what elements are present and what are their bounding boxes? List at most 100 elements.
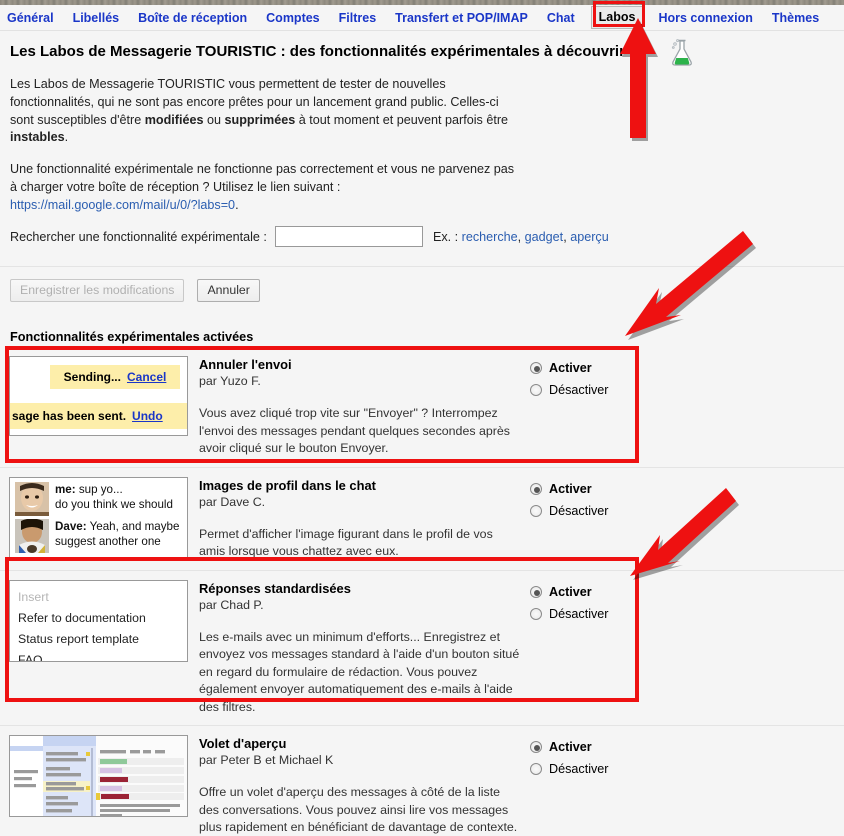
radio-disable-indicator[interactable]	[530, 607, 542, 620]
undo-send-cancel-link[interactable]: Cancel	[127, 370, 166, 384]
lab-radio-group: Activer Désactiver	[530, 735, 720, 836]
annotation-arrow-to-labos-tab	[608, 18, 678, 143]
lab-author: par Yuzo F.	[199, 374, 261, 388]
tab-hors-connexion[interactable]: Hors connexion	[658, 10, 752, 26]
undo-send-undo-link[interactable]: Undo	[132, 409, 163, 423]
flask-icon	[669, 38, 695, 68]
canned-item-refer: Refer to documentation	[18, 610, 146, 625]
tab-boite-de-reception[interactable]: Boîte de réception	[138, 10, 247, 26]
intro-p2-text: Une fonctionnalité expérimentale ne fonc…	[10, 162, 515, 194]
labs-disable-link[interactable]: https://mail.google.com/mail/u/0/?labs=0	[10, 198, 235, 212]
radio-enable-indicator[interactable]	[530, 362, 542, 374]
tab-themes[interactable]: Thèmes	[772, 10, 819, 26]
chat-thumb-text-2: Dave: Yeah, and maybe suggest another one	[55, 519, 179, 549]
radio-enable-label: Activer	[549, 361, 592, 375]
lab-row-images-profil-chat: me: sup yo... do you think we should Dav…	[0, 466, 844, 570]
example-link-recherche[interactable]: recherche	[462, 230, 518, 244]
intro-paragraph-1: Les Labos de Messagerie TOURISTIC vous p…	[10, 76, 520, 147]
chat-thumb-body-1b: do you think we should	[55, 497, 173, 511]
intro-p1-part4: .	[64, 130, 69, 145]
lab-title: Volet d'aperçu	[199, 736, 287, 751]
radio-option-disable[interactable]: Désactiver	[530, 383, 720, 397]
radio-option-disable[interactable]: Désactiver	[530, 607, 720, 621]
radio-enable-indicator[interactable]	[530, 741, 542, 753]
cancel-button[interactable]: Annuler	[197, 279, 260, 302]
lab-text-cell: Images de profil dans le chat par Dave C…	[190, 477, 530, 561]
tab-labos[interactable]: Labos	[590, 6, 644, 29]
lab-thumbnail-cell: me: sup yo... do you think we should Dav…	[0, 476, 190, 561]
radio-option-enable[interactable]: Activer	[530, 482, 720, 496]
radio-disable-indicator[interactable]	[530, 504, 542, 517]
intro-p2-tail: .	[235, 197, 239, 212]
chat-thumb-body-2: Yeah, and maybe	[86, 519, 180, 533]
lab-title: Annuler l'envoi	[199, 357, 292, 372]
undo-send-thumb-line-2: sage has been sent. Undo	[10, 403, 187, 429]
radio-option-enable[interactable]: Activer	[530, 361, 720, 375]
intro-p1-bold-modifiees: modifiées	[144, 112, 204, 127]
search-label: Rechercher une fonctionnalité expériment…	[10, 229, 267, 244]
radio-enable-label: Activer	[549, 740, 592, 754]
tab-filtres[interactable]: Filtres	[339, 10, 377, 26]
tab-transfert-pop-imap[interactable]: Transfert et POP/IMAP	[395, 10, 528, 26]
lab-row-reponses-standardisees: Insert Refer to documentation Status rep…	[0, 569, 844, 725]
page-title: Les Labos de Messagerie TOURISTIC : des …	[10, 43, 625, 60]
search-row: Rechercher une fonctionnalité expériment…	[10, 226, 830, 247]
radio-option-disable[interactable]: Désactiver	[530, 762, 720, 776]
radio-disable-label: Désactiver	[549, 383, 609, 397]
lab-radio-group: Activer Désactiver	[530, 356, 720, 458]
tab-libelles[interactable]: Libellés	[73, 10, 120, 26]
radio-option-disable[interactable]: Désactiver	[530, 504, 720, 518]
undo-send-thumb-line-1: Sending... Cancel	[50, 365, 180, 389]
lab-description: Offre un volet d'aperçu des messages à c…	[199, 785, 518, 834]
example-link-apercu[interactable]: aperçu	[570, 230, 609, 244]
search-examples-prefix: Ex. :	[432, 229, 462, 244]
lab-description: Permet d'afficher l'image figurant dans …	[199, 526, 493, 559]
radio-option-enable[interactable]: Activer	[530, 585, 720, 599]
chat-thumb-name-1: me:	[55, 482, 76, 496]
lab-author: par Chad P.	[199, 597, 264, 612]
tab-comptes[interactable]: Comptes	[266, 10, 319, 26]
lab-description: Les e-mails avec un minimum d'efforts...…	[199, 629, 520, 714]
radio-disable-indicator[interactable]	[530, 384, 542, 396]
preview-pane-thumbnail	[9, 735, 188, 817]
section-title-enabled-labs: Fonctionnalités expérimentales activées	[10, 330, 254, 344]
radio-option-enable[interactable]: Activer	[530, 740, 720, 754]
lab-radio-group: Activer Désactiver	[530, 477, 720, 561]
intro-text: Les Labos de Messagerie TOURISTIC vous p…	[10, 76, 520, 229]
form-actions: Enregistrer les modifications Annuler	[10, 279, 260, 302]
settings-tab-bar: Général Libellés Boîte de réception Comp…	[0, 5, 844, 31]
tab-general[interactable]: Général	[7, 10, 54, 26]
chat-profile-thumbnail: me: sup yo... do you think we should Dav…	[9, 476, 188, 560]
tab-chat[interactable]: Chat	[547, 10, 575, 26]
avatar-me	[15, 481, 49, 516]
radio-disable-label: Désactiver	[549, 503, 609, 518]
radio-enable-label: Activer	[549, 584, 592, 599]
lab-thumbnail-cell: Sending... Cancel sage has been sent. Undo	[0, 356, 190, 458]
chat-thumb-text-1: me: sup yo... do you think we should	[55, 482, 173, 512]
example-link-gadget[interactable]: gadget	[525, 230, 564, 244]
lab-row-annuler-envoi: Sending... Cancel sage has been sent. Undo…	[0, 347, 844, 467]
lab-radio-group: Activer Désactiver	[530, 580, 720, 717]
chat-thumb-body-1: sup yo...	[75, 482, 123, 496]
canned-responses-thumbnail: Insert Refer to documentation Status rep…	[9, 579, 188, 662]
lab-text-cell: Volet d'aperçu par Peter B et Michael K …	[190, 735, 530, 836]
canned-item-status: Status report template	[18, 631, 139, 646]
canned-item-faq: FAQ	[18, 652, 43, 662]
lab-title: Images de profil dans le chat	[199, 477, 376, 493]
save-button[interactable]: Enregistrer les modifications	[10, 279, 185, 302]
radio-enable-indicator[interactable]	[530, 482, 542, 495]
radio-enable-label: Activer	[549, 481, 592, 496]
radio-disable-indicator[interactable]	[530, 763, 542, 775]
lab-thumbnail-cell	[0, 735, 190, 836]
search-input[interactable]	[274, 226, 423, 247]
lab-author: par Dave C.	[199, 494, 266, 509]
lab-title: Réponses standardisées	[199, 580, 351, 596]
intro-p1-bold-instables: instables	[10, 130, 65, 145]
search-examples: Ex. : recherche, gadget, aperçu	[432, 229, 609, 244]
radio-enable-indicator[interactable]	[530, 585, 542, 598]
canned-item-insert: Insert	[18, 589, 49, 604]
lab-text-cell: Réponses standardisées par Chad P. Les e…	[190, 580, 530, 717]
chat-thumb-message-2: Dave: Yeah, and maybe suggest another one	[15, 518, 183, 553]
intro-p1-bold-supprimees: supprimées	[224, 112, 296, 127]
intro-p1-part2: ou	[203, 112, 225, 127]
